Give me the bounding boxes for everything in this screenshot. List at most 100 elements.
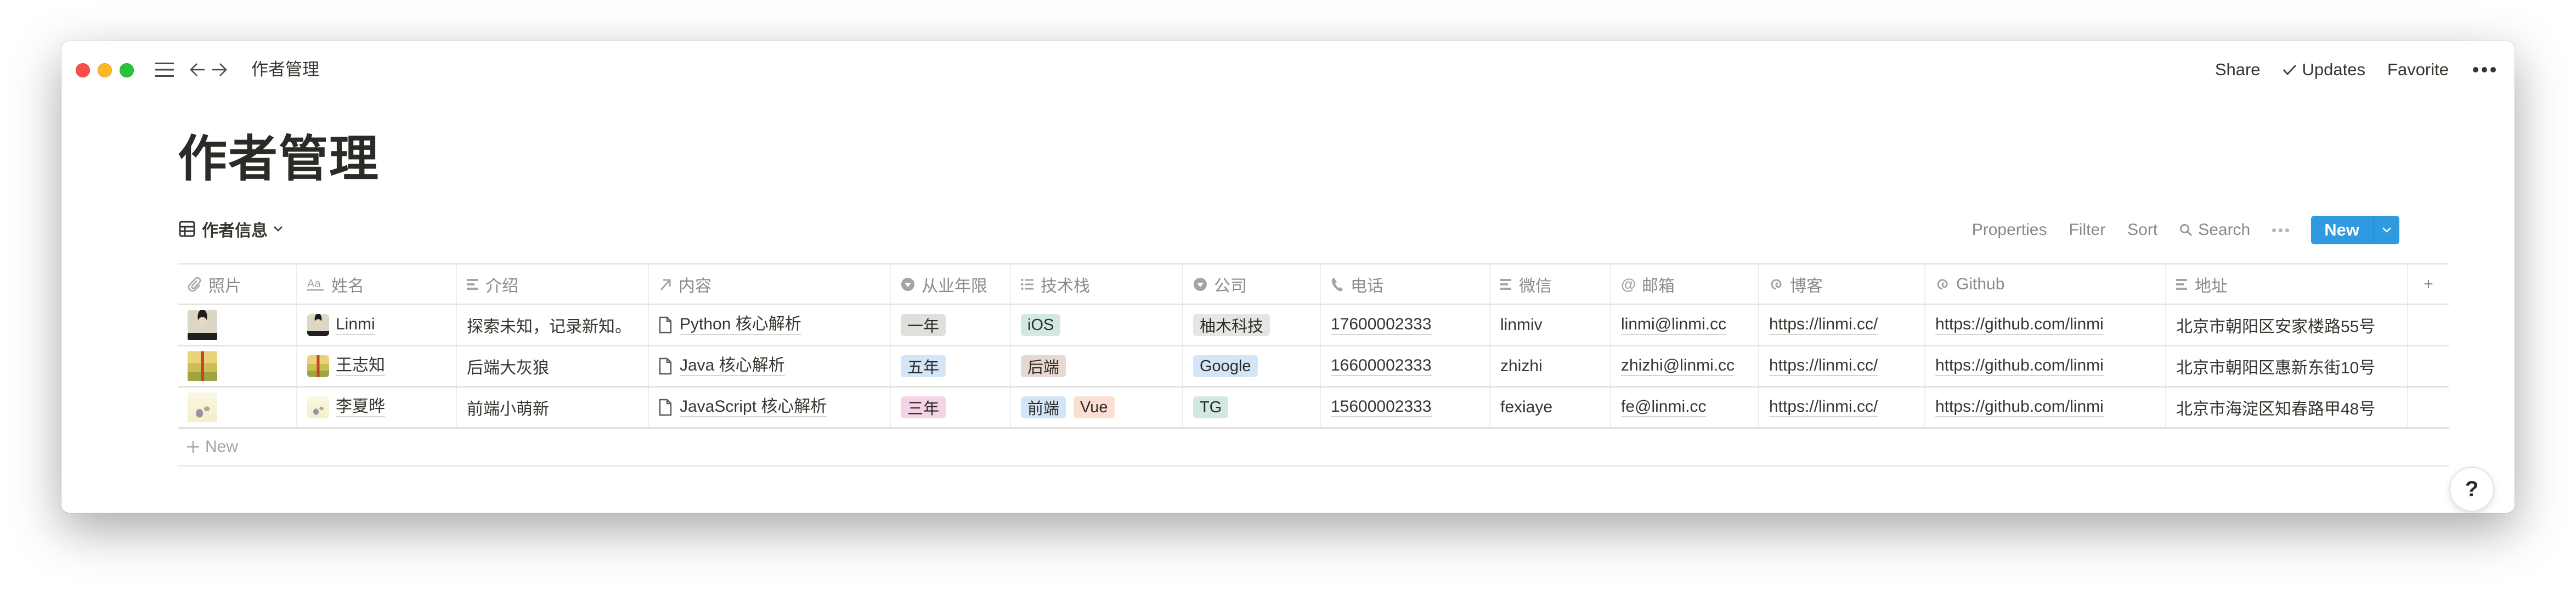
- row-count[interactable]: COUNT 3: [342, 512, 409, 513]
- more-options-icon[interactable]: [2473, 67, 2496, 72]
- view-selector[interactable]: 作者信息: [179, 217, 283, 241]
- github-link[interactable]: https://github.com/linmi: [1935, 356, 2104, 377]
- email-link[interactable]: zhizhi@linmi.cc: [1621, 356, 1735, 377]
- table-row[interactable]: Linmi 探索未知，记录新知。 Python 核心解析 一年 iOS 柚木科技…: [178, 305, 2449, 346]
- author-name[interactable]: Linmi: [336, 315, 375, 335]
- blog-cell[interactable]: https://linmi.cc/: [1759, 305, 1925, 345]
- stack-cell[interactable]: 后端: [1011, 346, 1183, 386]
- author-name[interactable]: 李夏晔: [336, 397, 385, 418]
- favorite-button[interactable]: Favorite: [2387, 60, 2449, 80]
- intro-cell[interactable]: 探索未知，记录新知。: [457, 305, 649, 345]
- author-name[interactable]: 王志知: [336, 356, 385, 377]
- close-window-button[interactable]: [76, 63, 90, 77]
- photo-thumbnail[interactable]: [188, 393, 217, 422]
- email-link[interactable]: fe@linmi.cc: [1621, 397, 1707, 418]
- address-cell[interactable]: 北京市朝阳区惠新东街10号: [2166, 346, 2408, 386]
- company-cell[interactable]: Google: [1183, 346, 1321, 386]
- wechat-cell[interactable]: zhizhi: [1490, 346, 1611, 386]
- company-cell[interactable]: TG: [1183, 388, 1321, 427]
- intro-cell[interactable]: 前端小萌新: [457, 388, 649, 427]
- blog-cell[interactable]: https://linmi.cc/: [1759, 346, 1925, 386]
- search-button[interactable]: Search: [2179, 221, 2250, 239]
- phone-cell[interactable]: 17600002333: [1321, 305, 1490, 345]
- column-header-phone[interactable]: 电话: [1321, 265, 1490, 304]
- more-view-options-icon[interactable]: [2272, 228, 2290, 232]
- content-cell[interactable]: Java 核心解析: [649, 346, 891, 386]
- phone-link[interactable]: 15600002333: [1331, 397, 1432, 418]
- github-cell[interactable]: https://github.com/linmi: [1925, 346, 2166, 386]
- blog-link[interactable]: https://linmi.cc/: [1769, 315, 1878, 335]
- new-button[interactable]: New: [2311, 216, 2374, 244]
- minimize-window-button[interactable]: [98, 63, 112, 77]
- phone-link[interactable]: 17600002333: [1331, 315, 1432, 335]
- content-cell[interactable]: JavaScript 核心解析: [649, 388, 891, 427]
- column-header-github[interactable]: Github: [1925, 265, 2166, 304]
- blog-cell[interactable]: https://linmi.cc/: [1759, 388, 1925, 427]
- share-button[interactable]: Share: [2215, 60, 2261, 80]
- photo-cell[interactable]: [178, 388, 297, 427]
- intro-cell[interactable]: 后端大灰狼: [457, 346, 649, 386]
- name-cell[interactable]: Linmi: [297, 305, 457, 345]
- add-row-button[interactable]: New: [178, 429, 2449, 467]
- email-cell[interactable]: zhizhi@linmi.cc: [1611, 346, 1759, 386]
- stack-cell[interactable]: iOS: [1011, 305, 1183, 345]
- email-cell[interactable]: linmi@linmi.cc: [1611, 305, 1759, 345]
- breadcrumb[interactable]: 作者管理: [251, 59, 319, 81]
- stack-cell[interactable]: 前端 Vue: [1011, 388, 1183, 427]
- add-column-button[interactable]: +: [2408, 265, 2449, 304]
- column-header-email[interactable]: @ 邮箱: [1611, 265, 1759, 304]
- properties-button[interactable]: Properties: [1972, 221, 2047, 239]
- wechat-cell[interactable]: linmiv: [1490, 305, 1611, 345]
- column-header-years[interactable]: 从业年限: [891, 265, 1011, 304]
- address-cell[interactable]: 北京市海淀区知春路甲48号: [2166, 388, 2408, 427]
- github-link[interactable]: https://github.com/linmi: [1935, 397, 2104, 418]
- column-header-stack[interactable]: 技术栈: [1011, 265, 1183, 304]
- content-link[interactable]: Java 核心解析: [680, 356, 785, 377]
- column-header-content[interactable]: 内容: [649, 265, 891, 304]
- forward-arrow-icon[interactable]: [210, 60, 229, 80]
- content-link[interactable]: Python 核心解析: [680, 315, 801, 335]
- column-header-address[interactable]: 地址: [2166, 265, 2408, 304]
- column-header-intro[interactable]: 介绍: [457, 265, 649, 304]
- column-header-wechat[interactable]: 微信: [1490, 265, 1611, 304]
- phone-link[interactable]: 16600002333: [1331, 356, 1432, 377]
- phone-cell[interactable]: 16600002333: [1321, 346, 1490, 386]
- help-button[interactable]: ?: [2449, 467, 2494, 512]
- name-cell[interactable]: 李夏晔: [297, 388, 457, 427]
- hamburger-menu-icon[interactable]: [154, 60, 176, 80]
- column-header-name[interactable]: Aa 姓名: [297, 265, 457, 304]
- maximize-window-button[interactable]: [120, 63, 134, 77]
- github-cell[interactable]: https://github.com/linmi: [1925, 305, 2166, 345]
- updates-button[interactable]: Updates: [2283, 60, 2365, 80]
- phone-cell[interactable]: 15600002333: [1321, 388, 1490, 427]
- github-link[interactable]: https://github.com/linmi: [1935, 315, 2104, 335]
- page-title[interactable]: 作者管理: [178, 129, 380, 189]
- company-cell[interactable]: 柚木科技: [1183, 305, 1321, 345]
- filter-button[interactable]: Filter: [2069, 221, 2105, 239]
- table-row[interactable]: 李夏晔 前端小萌新 JavaScript 核心解析 三年 前端 Vue TG 15…: [178, 388, 2449, 429]
- table-row[interactable]: 王志知 后端大灰狼 Java 核心解析 五年 后端 Google 1660000…: [178, 346, 2449, 388]
- content-link[interactable]: JavaScript 核心解析: [680, 397, 827, 418]
- name-cell[interactable]: 王志知: [297, 346, 457, 386]
- photo-thumbnail[interactable]: [188, 310, 217, 340]
- new-dropdown-button[interactable]: [2374, 216, 2399, 244]
- years-cell[interactable]: 一年: [891, 305, 1011, 345]
- wechat-cell[interactable]: fexiaye: [1490, 388, 1611, 427]
- blog-link[interactable]: https://linmi.cc/: [1769, 356, 1878, 377]
- years-cell[interactable]: 三年: [891, 388, 1011, 427]
- years-cell[interactable]: 五年: [891, 346, 1011, 386]
- photo-cell[interactable]: [178, 346, 297, 386]
- column-header-blog[interactable]: 博客: [1759, 265, 1925, 304]
- content-cell[interactable]: Python 核心解析: [649, 305, 891, 345]
- email-link[interactable]: linmi@linmi.cc: [1621, 315, 1727, 335]
- blog-link[interactable]: https://linmi.cc/: [1769, 397, 1878, 418]
- sort-button[interactable]: Sort: [2127, 221, 2157, 239]
- back-arrow-icon[interactable]: [188, 60, 207, 80]
- column-header-photo[interactable]: 照片: [178, 265, 297, 304]
- address-cell[interactable]: 北京市朝阳区安家楼路55号: [2166, 305, 2408, 345]
- photo-thumbnail[interactable]: [188, 351, 217, 381]
- photo-cell[interactable]: [178, 305, 297, 345]
- email-cell[interactable]: fe@linmi.cc: [1611, 388, 1759, 427]
- column-header-company[interactable]: 公司: [1183, 265, 1321, 304]
- github-cell[interactable]: https://github.com/linmi: [1925, 388, 2166, 427]
